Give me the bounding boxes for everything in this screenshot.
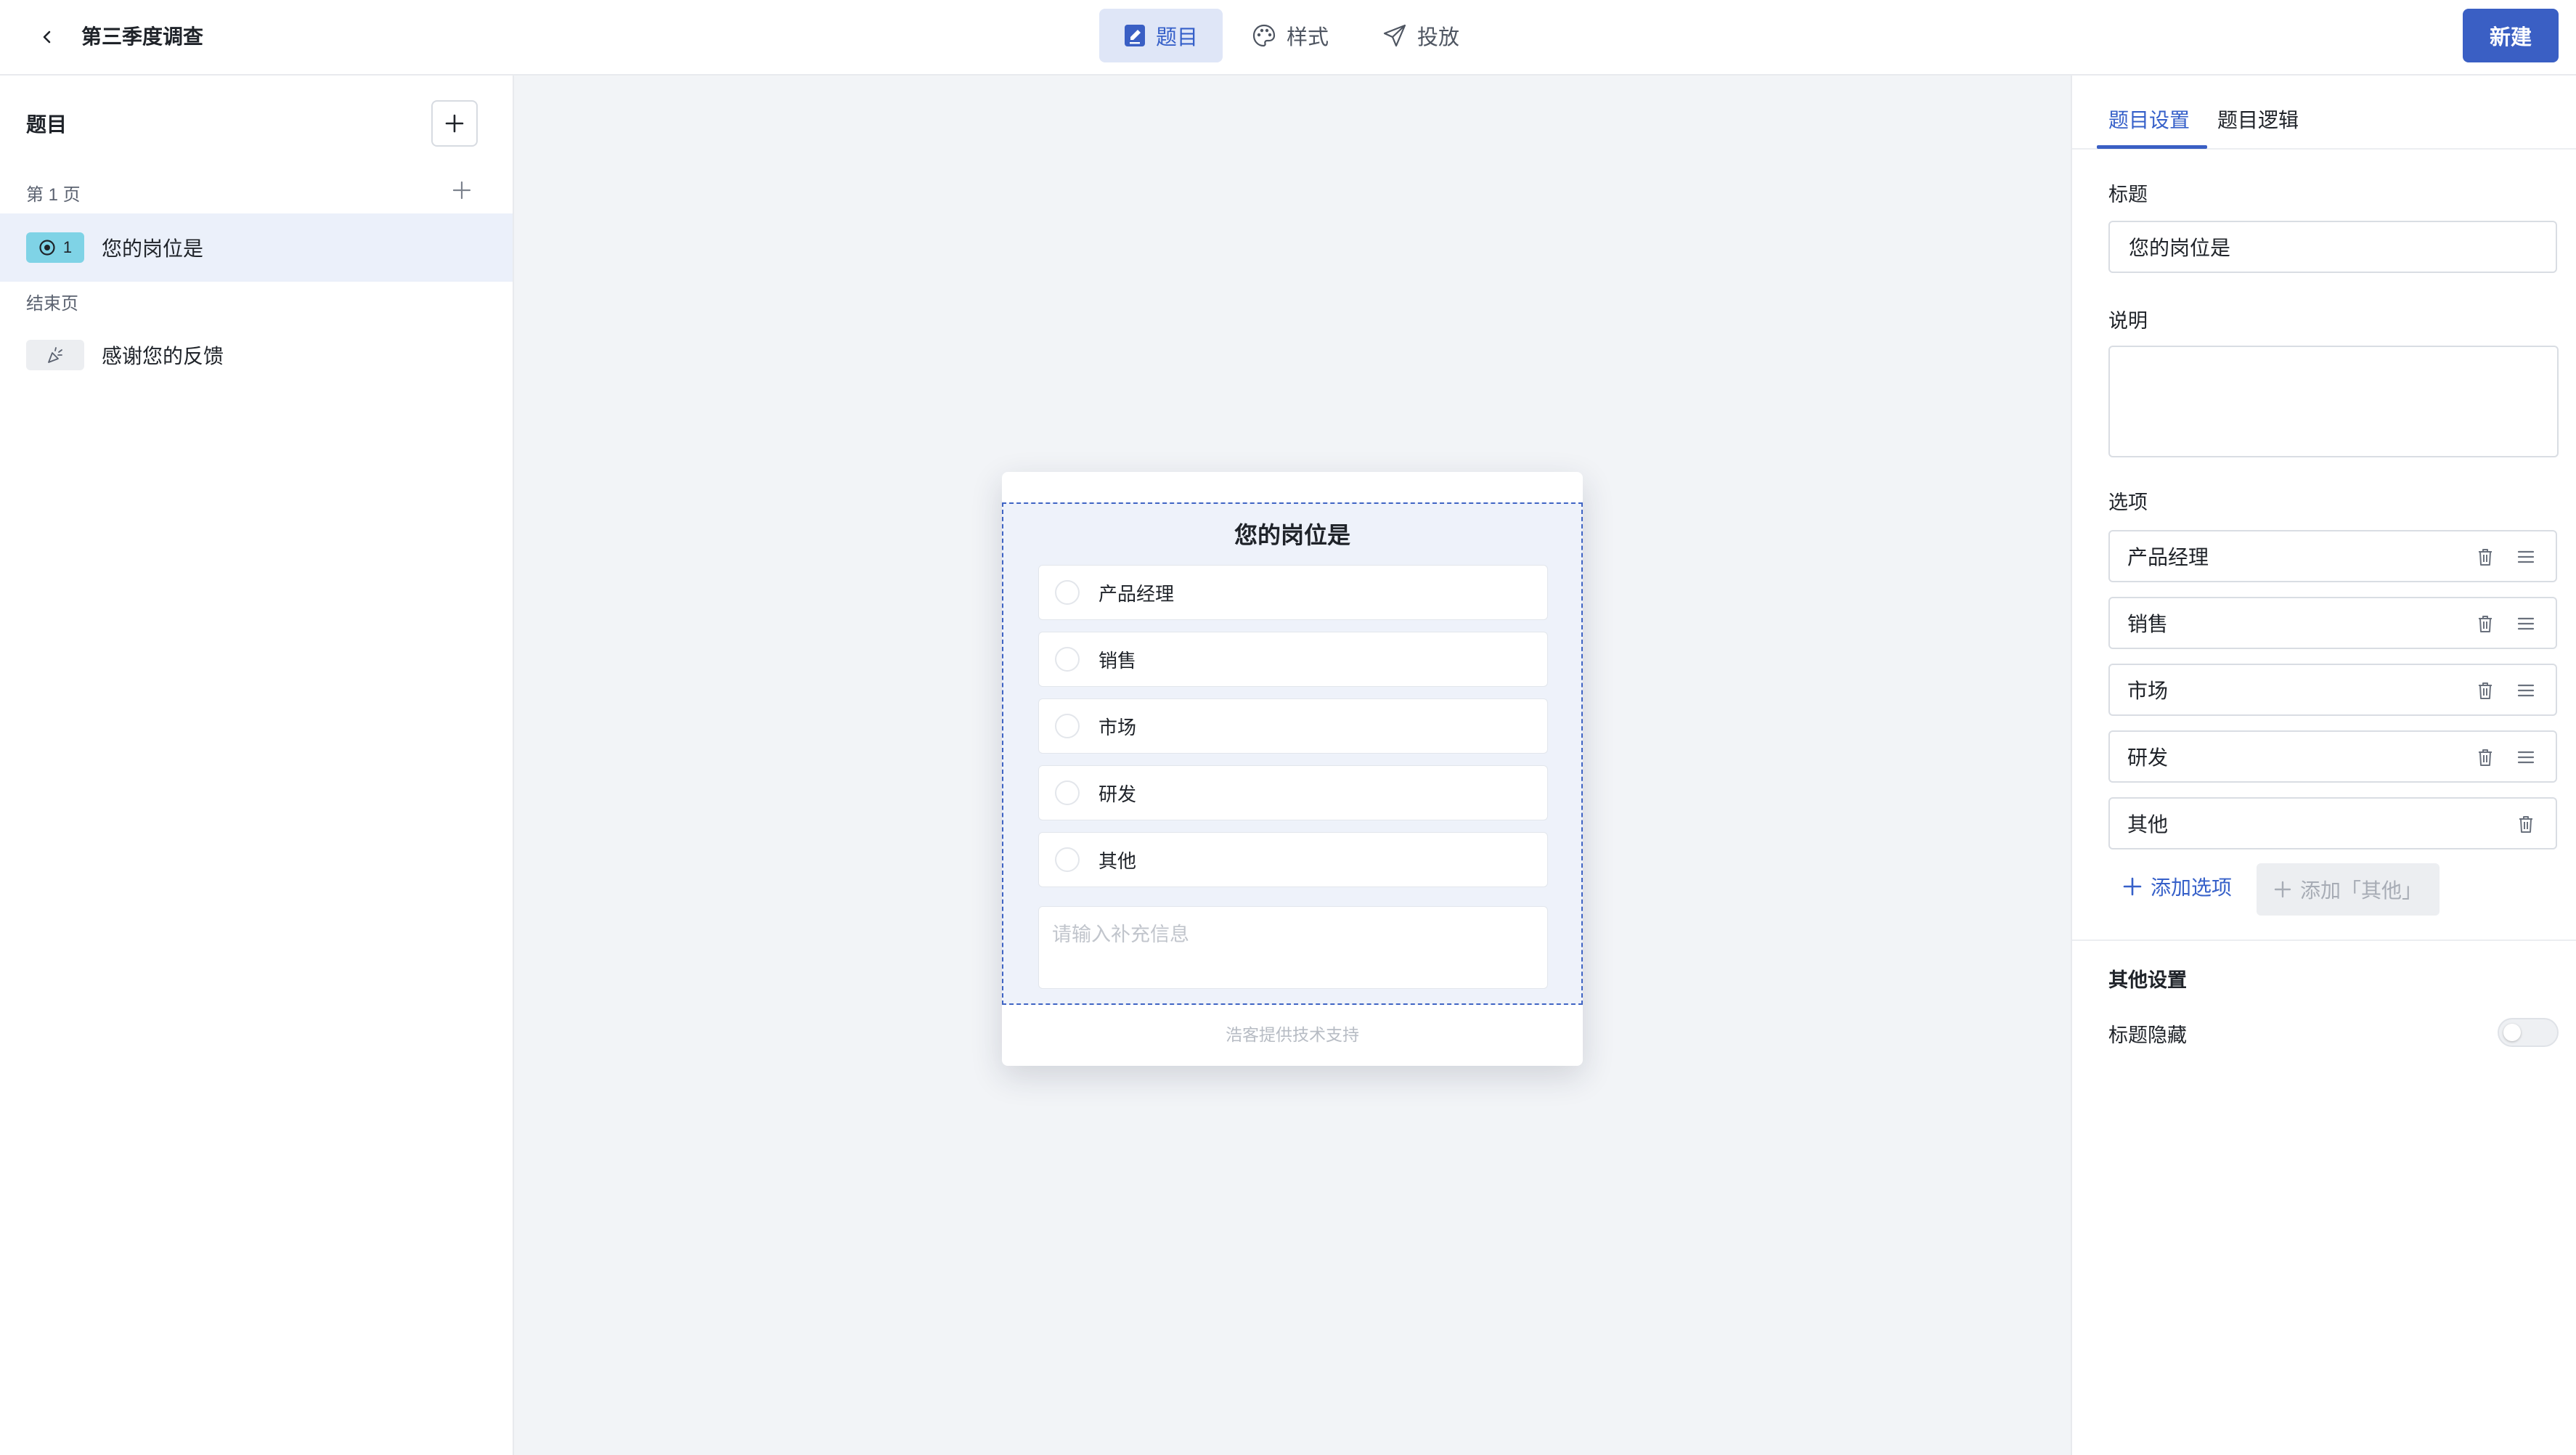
radio-icon	[39, 240, 55, 256]
radio-button[interactable]	[1055, 647, 1080, 672]
end-page-badge	[26, 340, 84, 370]
tab-questions-label: 题目	[1156, 26, 1199, 49]
drag-handle-icon[interactable]	[2515, 746, 2537, 768]
trash-icon[interactable]	[2474, 680, 2496, 701]
option-input[interactable]	[2127, 799, 2447, 848]
page-label: 第 1 页	[26, 185, 81, 205]
end-page-title: 感谢您的反馈	[102, 345, 224, 367]
powered-by-text: 浩客提供技术支持	[1226, 1025, 1359, 1044]
add-other-button[interactable]: 添加「其他」	[2257, 863, 2440, 916]
selected-question-block[interactable]: 您的岗位是 产品经理 销售 市场 研发 其他	[1002, 502, 1583, 1005]
sidebar-title: 题目	[26, 113, 68, 136]
new-button[interactable]: 新建	[2463, 9, 2559, 62]
supplement-input[interactable]	[1038, 906, 1548, 989]
sidebar-question-item[interactable]: 1 您的岗位是	[0, 213, 513, 282]
preview-option-label: 研发	[1099, 783, 1137, 805]
preview-canvas: 您的岗位是 产品经理 销售 市场 研发 其他 浩客提供	[514, 76, 2071, 1455]
hide-title-label: 标题隐藏	[2108, 1024, 2187, 1046]
edit-document-icon	[1125, 25, 1145, 46]
survey-preview-card: 您的岗位是 产品经理 销售 市场 研发 其他 浩客提供	[1002, 472, 1583, 1066]
drag-handle-icon[interactable]	[2515, 613, 2537, 635]
preview-option-label: 其他	[1099, 849, 1137, 872]
title-label: 标题	[2108, 184, 2148, 205]
add-option-label: 添加选项	[2151, 876, 2233, 899]
active-tab-indicator	[2097, 145, 2207, 149]
add-question-button[interactable]	[431, 100, 478, 147]
tab-question-logic[interactable]: 题目逻辑	[2217, 105, 2299, 134]
option-row	[2108, 530, 2557, 582]
option-row	[2108, 664, 2557, 716]
radio-button[interactable]	[1055, 580, 1080, 605]
sidebar-end-item[interactable]: 感谢您的反馈	[0, 321, 513, 389]
settings-panel: 题目设置 题目逻辑 标题 说明 选项	[2071, 76, 2576, 1455]
plus-icon	[452, 181, 471, 200]
tab-questions[interactable]: 题目	[1099, 9, 1223, 62]
add-other-label: 添加「其他」	[2299, 879, 2422, 902]
plus-icon	[445, 114, 464, 133]
send-icon	[1383, 24, 1406, 47]
question-number: 1	[62, 238, 73, 256]
preview-option[interactable]: 研发	[1038, 765, 1548, 820]
option-row	[2108, 797, 2557, 849]
option-input[interactable]	[2127, 531, 2447, 581]
palette-icon	[1252, 24, 1276, 47]
preview-option[interactable]: 其他	[1038, 832, 1548, 887]
question-sidebar: 题目 第 1 页 1 您的岗位是 结束页 感谢您的反馈	[0, 76, 514, 1455]
option-row	[2108, 597, 2557, 649]
preview-question-title: 您的岗位是	[1234, 522, 1350, 548]
settings-tabs: 题目设置 题目逻辑	[2072, 76, 2576, 150]
title-input[interactable]	[2108, 221, 2557, 273]
trash-icon[interactable]	[2515, 813, 2537, 835]
preview-option-label: 销售	[1099, 649, 1137, 672]
plus-icon	[2123, 877, 2142, 896]
option-input[interactable]	[2127, 732, 2447, 781]
tab-distribute[interactable]: 投放	[1358, 9, 1484, 62]
description-input[interactable]	[2108, 346, 2559, 457]
party-popper-icon	[48, 347, 62, 363]
end-page-label: 结束页	[26, 294, 78, 314]
trash-icon[interactable]	[2474, 613, 2496, 635]
preview-option-label: 市场	[1099, 716, 1137, 738]
option-row	[2108, 730, 2557, 783]
option-input[interactable]	[2127, 665, 2447, 714]
tab-distribute-label: 投放	[1417, 26, 1460, 49]
preview-option[interactable]: 产品经理	[1038, 565, 1548, 620]
question-badge: 1	[26, 232, 84, 263]
options-label: 选项	[2108, 492, 2148, 513]
drag-handle-icon[interactable]	[2515, 546, 2537, 568]
survey-title: 第三季度调查	[81, 25, 204, 48]
toggle-knob	[2503, 1024, 2521, 1041]
top-bar: 第三季度调查 题目 样式 投放 新建	[0, 0, 2576, 76]
description-label: 说明	[2108, 310, 2148, 332]
main-nav-tabs: 题目 样式 投放	[1099, 9, 1484, 62]
add-option-button[interactable]: 添加选项	[2123, 867, 2232, 906]
tab-style-label: 样式	[1287, 26, 1329, 49]
add-page-question-button[interactable]	[449, 177, 475, 203]
preview-option[interactable]: 销售	[1038, 632, 1548, 687]
tab-style[interactable]: 样式	[1227, 9, 1353, 62]
question-title: 您的岗位是	[102, 237, 204, 260]
trash-icon[interactable]	[2474, 746, 2496, 768]
back-button[interactable]	[30, 20, 64, 54]
option-input[interactable]	[2127, 598, 2447, 648]
radio-button[interactable]	[1055, 847, 1080, 872]
preview-option[interactable]: 市场	[1038, 698, 1548, 754]
tab-question-settings[interactable]: 题目设置	[2108, 105, 2190, 134]
other-settings-heading: 其他设置	[2108, 969, 2187, 991]
section-divider	[2072, 940, 2576, 941]
radio-button[interactable]	[1055, 781, 1080, 805]
hide-title-toggle[interactable]	[2498, 1018, 2559, 1047]
chevron-left-icon	[43, 30, 51, 44]
preview-option-label: 产品经理	[1099, 582, 1175, 605]
radio-button[interactable]	[1055, 714, 1080, 738]
trash-icon[interactable]	[2474, 546, 2496, 568]
plus-icon	[2274, 881, 2291, 898]
drag-handle-icon[interactable]	[2515, 680, 2537, 701]
